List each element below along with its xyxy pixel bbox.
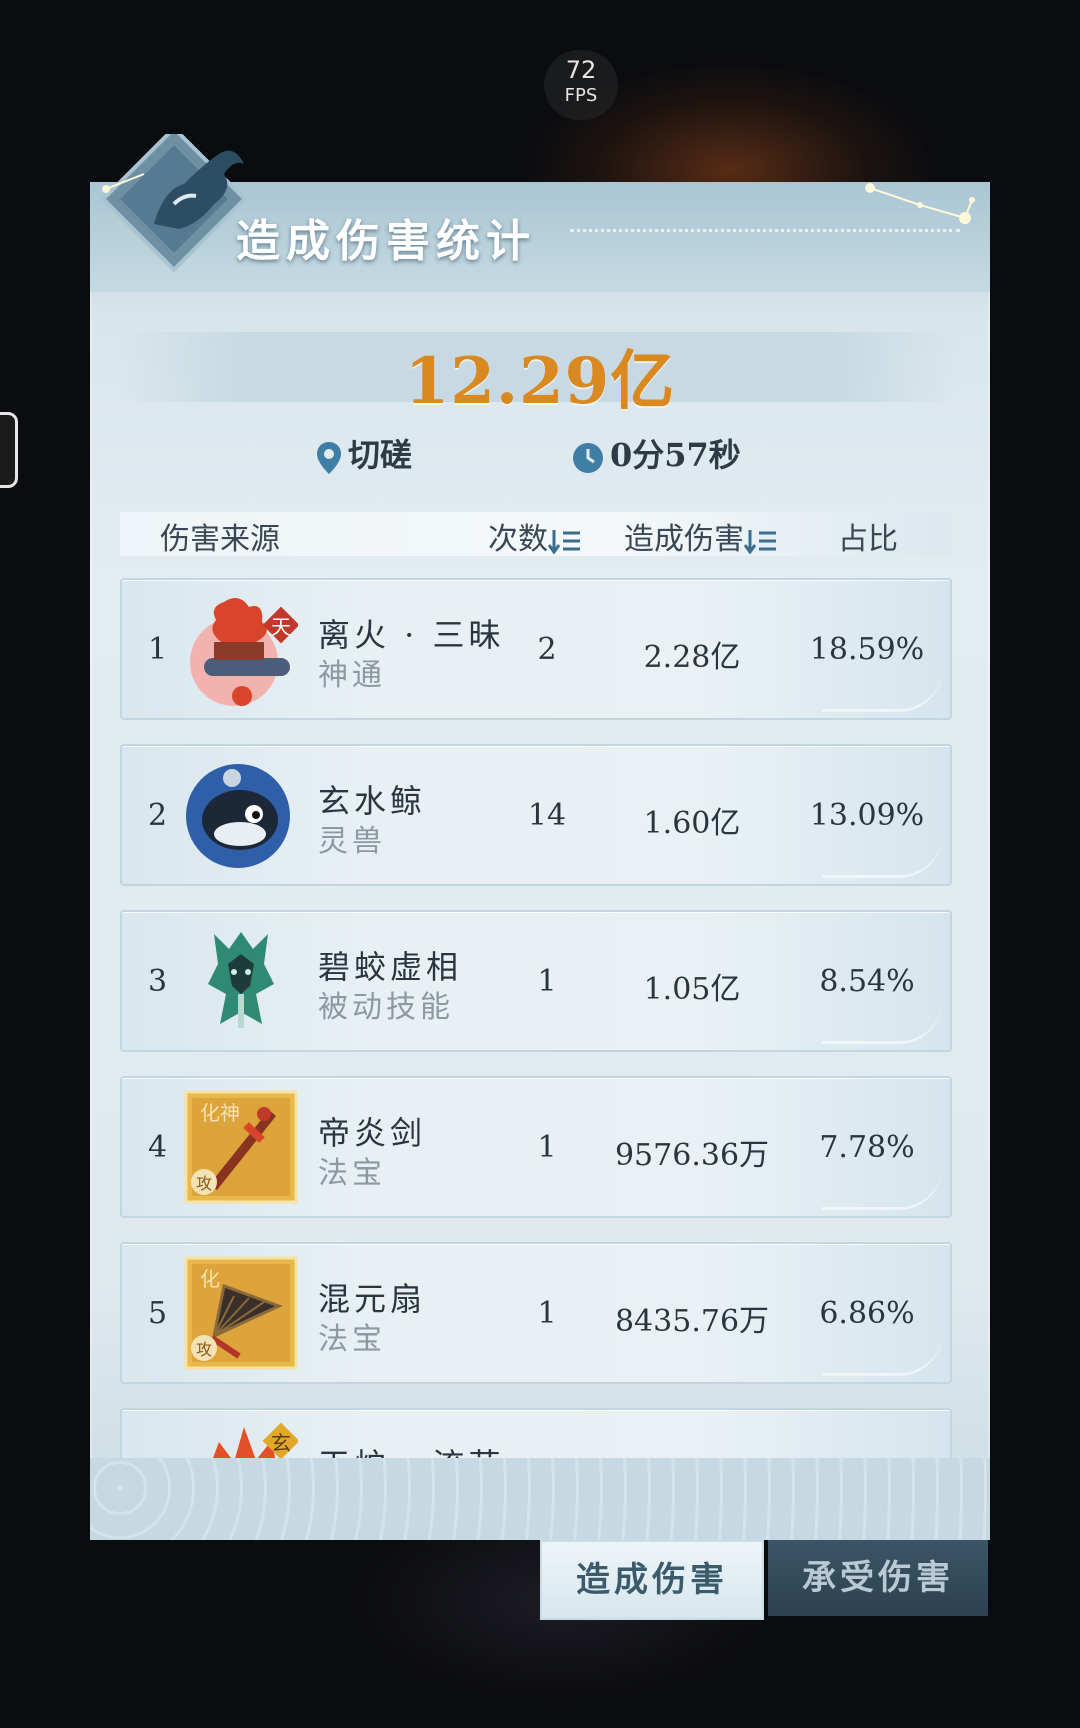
table-row[interactable]: 1 天 离火 · 三昧 神通 2 2.28亿 18.59% — [120, 578, 952, 720]
panel-bottom-pattern — [90, 1458, 990, 1540]
row-tag: 攻 — [196, 1174, 212, 1193]
tab-damage-taken[interactable]: 承受伤害 — [768, 1540, 988, 1616]
table-row[interactable]: 4 化神 攻 帝炎剑 法宝 1 9576.36万 7.78% — [120, 1076, 952, 1218]
whale-icon — [186, 764, 290, 868]
damage-list[interactable]: 1 天 离火 · 三昧 神通 2 2.28亿 18.59% 2 玄水鲸 灵兽 1… — [0, 0, 1080, 1458]
row-category: 法宝 — [318, 1156, 386, 1191]
row-damage: 9576.36万 — [614, 1138, 770, 1173]
row-count: 1 — [537, 1296, 557, 1331]
row-damage: 2.28亿 — [643, 640, 741, 675]
row-name: 天炉 · 流荧 — [318, 1440, 505, 1458]
row-category: 法宝 — [318, 1322, 386, 1357]
row-decoration — [822, 835, 942, 878]
row-category: 神通 — [318, 658, 386, 693]
tab-damage-dealt[interactable]: 造成伤害 — [540, 1540, 764, 1620]
row-ratio: 7.78% — [819, 1130, 915, 1165]
row-rank: 4 — [148, 1130, 168, 1165]
jade-dragon-icon — [208, 932, 274, 1028]
table-row[interactable]: 2 玄水鲸 灵兽 14 1.60亿 13.09% — [120, 744, 952, 886]
row-badge: 玄 — [271, 1431, 291, 1455]
row-ratio: 6.86% — [819, 1296, 915, 1331]
table-row[interactable]: 5 化 攻 混元扇 法宝 1 8435.76万 6.86% — [120, 1242, 952, 1384]
row-badge: 化神 — [200, 1101, 240, 1125]
row-count: 2 — [537, 632, 557, 667]
row-rank: 1 — [148, 632, 168, 667]
row-damage: 8435.76万 — [614, 1304, 770, 1339]
fan-icon: 化 攻 — [184, 1256, 298, 1370]
row-count: 14 — [527, 798, 567, 833]
row-damage: 1.05亿 — [643, 972, 741, 1007]
row-decoration — [822, 1333, 942, 1376]
row-ratio: 13.09% — [809, 798, 925, 833]
row-ratio: 8.54% — [819, 964, 915, 999]
table-row[interactable]: 玄 天炉 · 流荧 — [120, 1408, 952, 1458]
row-tag: 攻 — [196, 1340, 212, 1359]
row-ratio: 18.59% — [809, 632, 925, 667]
row-decoration — [822, 1001, 942, 1044]
row-rank: 3 — [148, 964, 168, 999]
row-rank: 5 — [148, 1296, 168, 1331]
row-category: 灵兽 — [318, 824, 386, 859]
row-decoration — [822, 669, 942, 712]
sword-icon: 化神 攻 — [184, 1090, 298, 1204]
row-count: 1 — [537, 964, 557, 999]
row-count: 1 — [537, 1130, 557, 1165]
row-badge: 天 — [271, 615, 291, 639]
row-damage: 1.60亿 — [643, 806, 741, 841]
furnace-icon: 玄 — [213, 1422, 298, 1458]
fire-scroll-icon: 天 — [190, 598, 298, 706]
table-row[interactable]: 3 碧蛟虚相 被动技能 1 1.05亿 8.54% — [120, 910, 952, 1052]
row-category: 被动技能 — [318, 990, 454, 1025]
row-rank: 2 — [148, 798, 168, 833]
row-badge: 化 — [200, 1267, 220, 1291]
row-decoration — [822, 1167, 942, 1210]
